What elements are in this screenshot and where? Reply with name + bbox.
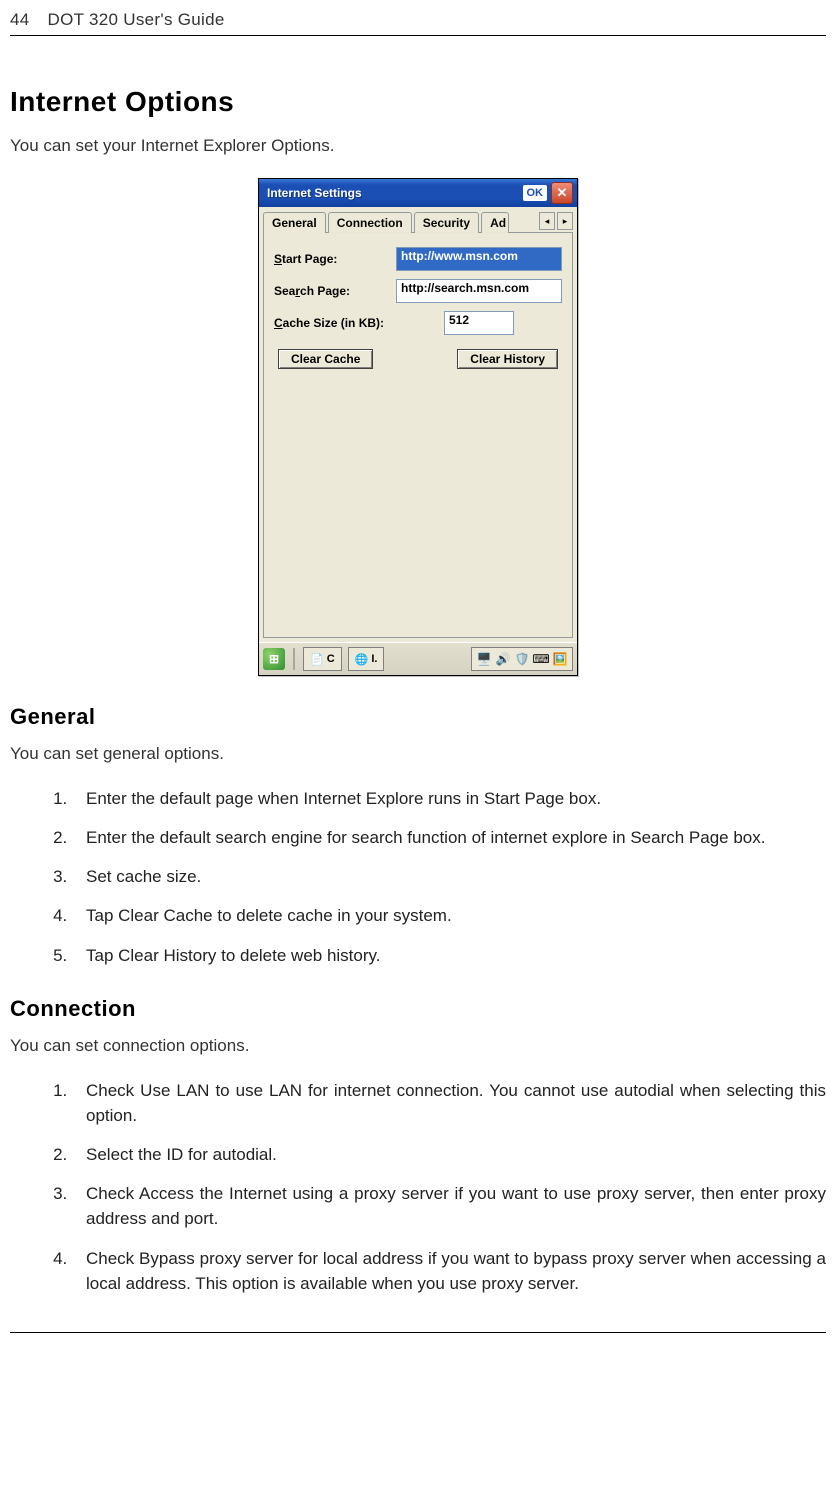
tab-connection[interactable]: Connection [328,212,412,233]
list-item: Set cache size. [72,864,826,889]
tab-bar: General Connection Security Ad ◂ ▸ [259,207,577,232]
taskbar-separator [293,648,295,670]
system-tray: 🖥️ 🔊 🛡️ ⌨ 🖼️ [471,647,573,671]
page-number: 44 [10,10,30,30]
file-icon: 📄 [310,653,324,666]
tray-icon-1[interactable]: 🖥️ [476,651,492,667]
list-item: Check Use LAN to use LAN for internet co… [72,1078,826,1128]
tray-icon-3[interactable]: 🛡️ [514,651,530,667]
tab-general[interactable]: General [263,212,326,233]
screenshot-window: Internet Settings OK ✕ General Connectio… [258,178,578,676]
tab-scroll: ◂ ▸ [539,212,573,232]
keyboard-icon[interactable]: ⌨ [533,651,549,667]
chevron-left-icon: ◂ [545,216,550,227]
cache-size-label: Cache Size (in KB): [274,316,444,330]
list-item: Select the ID for autodial. [72,1142,826,1167]
windows-flag-icon: ⊞ [269,652,279,666]
footer-rule [10,1332,826,1333]
general-steps-list: Enter the default page when Internet Exp… [10,786,826,968]
list-item: Tap Clear Cache to delete cache in your … [72,903,826,928]
close-button[interactable]: ✕ [551,182,573,204]
tab-scroll-right[interactable]: ▸ [557,212,573,230]
connection-steps-list: Check Use LAN to use LAN for internet co… [10,1078,826,1296]
tray-icon-2[interactable]: 🔊 [495,651,511,667]
clear-cache-button[interactable]: Clear Cache [278,349,373,369]
tab-scroll-left[interactable]: ◂ [539,212,555,230]
search-page-label: Search Page: [274,284,396,298]
tab-advanced-cut[interactable]: Ad [481,212,509,233]
intro-text: You can set your Internet Explorer Optio… [10,136,826,156]
start-page-label: Start Page: [274,252,396,266]
start-page-input[interactable]: http://www.msn.com [396,247,562,271]
start-button[interactable]: ⊞ [263,648,285,670]
list-item: Enter the default search engine for sear… [72,825,826,850]
taskbar-item-2[interactable]: 🌐 I. [348,647,385,671]
taskbar: ⊞ 📄 C 🌐 I. 🖥️ 🔊 🛡️ ⌨ 🖼️ [259,642,577,675]
heading-h1: Internet Options [10,86,826,118]
tab-security[interactable]: Security [414,212,479,233]
heading-connection: Connection [10,996,826,1022]
header-title: DOT 320 User's Guide [48,10,225,30]
general-intro: You can set general options. [10,744,826,764]
globe-icon: 🌐 [355,653,369,666]
taskbar-item-1[interactable]: 📄 C [303,647,342,671]
search-page-input[interactable]: http://search.msn.com [396,279,562,303]
list-item: Tap Clear History to delete web history. [72,943,826,968]
desktop-icon[interactable]: 🖼️ [552,651,568,667]
close-icon: ✕ [557,185,568,201]
list-item: Check Access the Internet using a proxy … [72,1181,826,1231]
chevron-right-icon: ▸ [563,216,568,227]
tab-body: Start Page: http://www.msn.com Search Pa… [263,232,573,638]
heading-general: General [10,704,826,730]
window-title: Internet Settings [267,186,523,200]
connection-intro: You can set connection options. [10,1036,826,1056]
window-titlebar: Internet Settings OK ✕ [259,179,577,207]
list-item: Check Bypass proxy server for local addr… [72,1246,826,1296]
ok-button[interactable]: OK [523,185,548,201]
clear-history-button[interactable]: Clear History [457,349,558,369]
cache-size-input[interactable]: 512 [444,311,514,335]
list-item: Enter the default page when Internet Exp… [72,786,826,811]
page-header: 44 DOT 320 User's Guide [10,10,826,36]
